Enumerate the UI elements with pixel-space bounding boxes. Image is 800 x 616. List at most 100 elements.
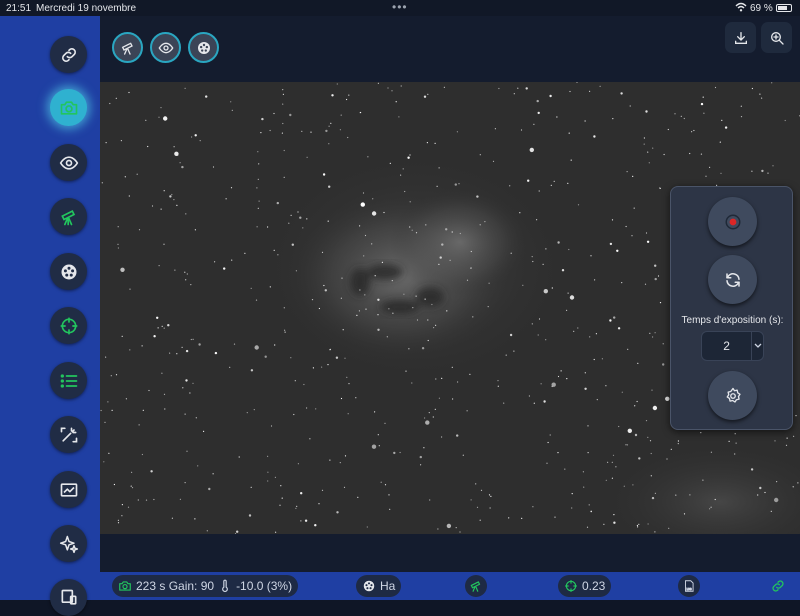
star <box>264 355 267 358</box>
star <box>111 409 113 411</box>
star <box>476 195 479 198</box>
star <box>466 279 469 281</box>
star <box>691 131 693 133</box>
star <box>621 282 623 284</box>
sidebar-item-star-tools[interactable] <box>50 525 87 562</box>
star <box>130 485 132 487</box>
sidebar-item-histogram[interactable] <box>50 471 87 508</box>
guiding-rms-text: 0.23 <box>582 579 606 593</box>
mount-status-button[interactable] <box>465 575 487 597</box>
sidebar-item-guiding[interactable] <box>50 307 87 344</box>
sidebar-item-mount[interactable] <box>50 198 87 235</box>
star <box>400 174 402 176</box>
star <box>282 89 284 91</box>
camera-status-pill[interactable]: 223 s Gain: 90 -10.0 (3%) <box>112 575 299 597</box>
link-icon <box>61 47 76 62</box>
star <box>372 198 374 200</box>
star <box>364 234 367 237</box>
footer-status-bar: 223 s Gain: 90 -10.0 (3%) Ha 0.23 LOG <box>100 572 800 600</box>
sidebar-item-view[interactable] <box>50 144 87 181</box>
star <box>377 328 380 331</box>
star <box>569 295 575 300</box>
star <box>659 187 661 189</box>
sidebar-item-device[interactable] <box>50 579 87 616</box>
star <box>148 389 150 392</box>
star <box>425 224 427 226</box>
star <box>194 518 196 520</box>
star <box>322 173 326 176</box>
star <box>318 307 320 310</box>
toolbar-view-button[interactable] <box>150 32 181 63</box>
star <box>615 466 617 468</box>
star <box>509 185 511 187</box>
top-toolbar <box>100 16 800 82</box>
exposure-time-select[interactable]: 2 <box>701 331 764 361</box>
star <box>714 498 716 501</box>
link-icon[interactable] <box>770 578 786 594</box>
star <box>339 462 341 464</box>
toolbar-filter-button[interactable] <box>188 32 219 63</box>
star <box>336 511 339 514</box>
sidebar-item-camera[interactable] <box>50 89 87 126</box>
star <box>411 382 413 384</box>
filter-status-pill[interactable]: Ha <box>356 575 402 597</box>
loop-capture-button[interactable] <box>708 255 757 304</box>
filter-wheel-icon <box>197 41 210 54</box>
star <box>441 243 444 246</box>
star <box>613 521 616 524</box>
zoom-in-button[interactable] <box>761 22 792 53</box>
download-button[interactable] <box>725 22 756 53</box>
star <box>340 397 343 400</box>
star <box>389 162 391 164</box>
star <box>626 171 628 173</box>
star <box>371 211 377 216</box>
sidebar-item-focus[interactable] <box>50 416 87 453</box>
star <box>169 352 171 354</box>
log-button[interactable]: LOG <box>678 575 700 597</box>
star <box>407 156 410 159</box>
filter-wheel-icon <box>61 264 76 279</box>
star <box>710 451 713 453</box>
capture-settings-button[interactable] <box>708 371 757 420</box>
star <box>282 93 284 95</box>
multitask-dots-icon[interactable]: ••• <box>392 1 408 13</box>
star <box>596 399 598 401</box>
star <box>617 327 621 330</box>
star <box>103 461 105 463</box>
star <box>324 289 327 292</box>
sidebar-item-connection[interactable] <box>50 36 87 73</box>
star <box>276 201 279 205</box>
star <box>321 366 323 368</box>
sparkles-icon <box>59 535 78 553</box>
star <box>668 527 670 529</box>
star <box>315 408 317 410</box>
star <box>184 482 186 484</box>
star <box>281 497 283 499</box>
sidebar-item-filter-wheel[interactable] <box>50 253 87 290</box>
toolbar-mount-button[interactable] <box>112 32 143 63</box>
star <box>546 462 548 464</box>
star <box>306 407 308 409</box>
record-button[interactable] <box>708 197 757 246</box>
star <box>446 523 452 529</box>
status-time: 21:51 <box>6 2 32 14</box>
star <box>683 117 685 120</box>
sidebar-item-sequence[interactable] <box>50 362 87 399</box>
star <box>638 523 640 525</box>
star <box>537 334 539 336</box>
star <box>659 302 662 304</box>
star <box>179 498 181 500</box>
svg-text:LOG: LOG <box>687 589 692 591</box>
star <box>141 345 143 347</box>
star <box>214 261 216 263</box>
star <box>185 213 187 215</box>
star <box>550 184 552 186</box>
guiding-status-pill[interactable]: 0.23 <box>558 575 612 597</box>
star <box>553 180 555 182</box>
gear-icon <box>726 387 741 403</box>
star <box>284 331 286 333</box>
star <box>452 398 454 400</box>
star <box>785 444 788 446</box>
star <box>607 461 609 463</box>
star <box>647 436 649 438</box>
